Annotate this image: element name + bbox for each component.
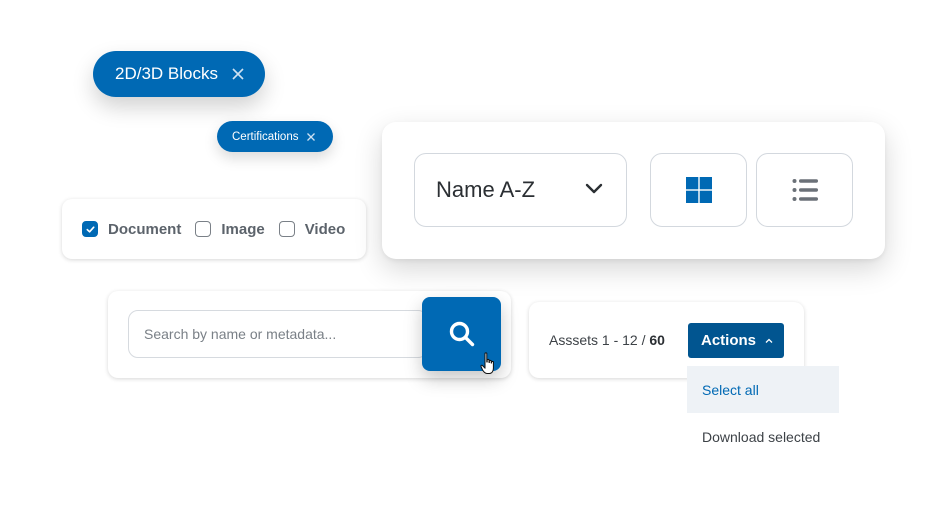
filter-chip-2d-3d-blocks[interactable]: 2D/3D Blocks [93, 51, 265, 97]
sort-view-card: Name A-Z [382, 122, 885, 259]
search-placeholder: Search by name or metadata... [144, 326, 337, 342]
checkbox-unchecked-icon[interactable] [278, 221, 295, 237]
assets-count: Asssets 1 - 12 / 60 [549, 332, 665, 348]
list-view-button[interactable] [756, 153, 853, 227]
search-input[interactable]: Search by name or metadata... [128, 310, 428, 358]
checkbox-label: Video [304, 220, 346, 238]
checkbox-checked-icon[interactable] [82, 221, 98, 237]
search-card: Search by name or metadata... [108, 291, 511, 378]
checkbox-document[interactable]: Document [82, 221, 181, 238]
checkbox-label: Document [108, 220, 182, 238]
assets-count-label: Asssets 1 - 12 / [549, 332, 650, 348]
checkbox-image[interactable]: Image [195, 220, 265, 238]
menu-item-download-selected[interactable]: Download selected [687, 413, 839, 460]
chevron-up-icon [765, 338, 773, 343]
checkbox-unchecked-icon[interactable] [195, 221, 212, 237]
search-icon [449, 321, 474, 347]
menu-item-select-all[interactable]: Select all [687, 366, 839, 413]
close-icon[interactable] [306, 132, 316, 142]
close-icon[interactable] [231, 67, 245, 81]
chip-label: 2D/3D Blocks [115, 64, 218, 83]
grid-icon [685, 177, 712, 203]
assets-total: 60 [649, 332, 665, 348]
sort-selected-value: Name A-Z [436, 177, 536, 202]
sort-dropdown[interactable]: Name A-Z [414, 153, 627, 227]
hand-cursor-icon [480, 352, 494, 374]
filter-chip-certifications[interactable]: Certifications [217, 121, 333, 152]
actions-menu: Select all Download selected [687, 366, 839, 460]
grid-view-button[interactable] [650, 153, 747, 227]
chip-label: Certifications [232, 130, 299, 143]
list-icon [792, 179, 818, 201]
checkbox-video[interactable]: Video [278, 220, 346, 238]
chevron-down-icon [585, 183, 603, 194]
actions-label: Actions [701, 332, 757, 349]
checkbox-label: Image [221, 220, 265, 238]
actions-button[interactable]: Actions [688, 323, 784, 358]
type-filter-card: Document Image Video [62, 199, 366, 259]
